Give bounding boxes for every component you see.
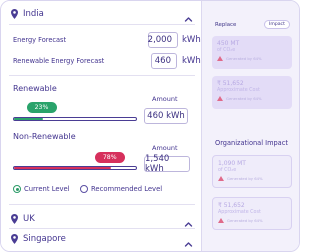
radio-selected[interactable] [13,185,21,193]
location-pin-icon [11,9,18,19]
impact-warning-text: Generated by 64% [226,96,262,101]
impact-value: ₹ 51,652 [217,80,244,87]
non-renewable-amount-input[interactable]: 1,540 kWh [144,154,190,174]
impact-warning-text: Generated by 64% [227,218,263,223]
energy-forecast-label: Energy Forecast [13,36,67,44]
divider [9,204,195,205]
organizational-impact-heading: Organizational Impact [215,139,288,147]
current-level-label: Current Level [24,185,70,193]
recommended-level-label: Recommended Level [91,185,163,193]
impact-warning-text: Generated by 64% [226,56,262,61]
impact-warning: Generated by 64% [218,176,286,181]
region-header-uk[interactable]: UK [11,212,197,227]
non-renewable-title: Non-Renewable [13,132,76,141]
side-panel-title: Replace [215,22,237,28]
renewable-percent-badge: 23% [26,102,57,113]
impact-subtitle: Approximate Cost [217,88,260,93]
non-renewable-slider[interactable] [13,166,137,170]
chevron-up-icon[interactable] [184,234,193,247]
renewable-slider[interactable] [13,117,137,121]
impact-subtitle: of CO₂e [217,48,236,53]
chevron-up-icon[interactable] [184,9,193,22]
impact-value: 1,090 MT [218,160,246,167]
radio-unselected[interactable] [80,185,88,193]
energy-forecast-input[interactable]: 2,000 [148,32,178,48]
energy-card: India Energy Forecast 2,000 kWh Renewabl… [0,0,300,252]
renewable-slider-fill [14,118,43,120]
region-name: UK [23,214,35,224]
renewable-forecast-input[interactable]: 460 [151,53,177,69]
energy-forecast-unit: kWh [182,35,201,45]
location-pin-icon [11,234,18,244]
renewable-title: Renewable [13,84,57,93]
impact-warning: Generated by 64% [217,56,287,61]
divider [9,228,195,229]
region-name: India [23,9,44,19]
impact-card-cost: ₹ 51,652 Approximate Cost Generated by 6… [212,76,292,109]
warning-icon [217,56,223,61]
divider [9,75,195,76]
region-header-singapore[interactable]: Singapore [11,232,197,247]
recommended-level-radio[interactable]: Recommended Level [80,185,162,193]
renewable-forecast-label: Renewable Energy Forecast [13,57,105,65]
energy-form-panel: India Energy Forecast 2,000 kWh Renewabl… [1,1,201,251]
warning-icon [217,96,223,101]
org-impact-card-cost: ₹ 51,652 Approximate Cost Generated by 6… [212,197,292,230]
location-pin-icon [11,214,18,224]
impact-tag[interactable]: Impact [264,20,290,29]
warning-icon [218,176,224,181]
impact-card-co2: 450 MT of CO₂e Generated by 64% [212,36,292,69]
region-header-india[interactable]: India [11,7,197,22]
divider [9,24,195,25]
impact-value: 450 MT [217,40,240,47]
impact-value: ₹ 51,652 [218,202,245,209]
renewable-amount-label: Amount [152,95,178,103]
chevron-up-icon[interactable] [184,214,193,227]
org-impact-card-co2: 1,090 MT of CO₂e Generated by 64% [212,155,292,188]
non-renewable-slider-fill [14,167,111,169]
impact-subtitle: of CO₂e [218,168,237,173]
impact-subtitle: Approximate Cost [218,210,261,215]
current-level-radio[interactable]: Current Level [13,185,70,193]
non-renewable-percent-badge: 78% [94,152,125,163]
impact-warning-text: Generated by 64% [227,176,263,181]
region-name: Singapore [23,234,66,244]
renewable-amount-input[interactable]: 460 kWh [144,108,188,124]
warning-icon [218,218,224,223]
renewable-forecast-unit: kWh [182,56,201,66]
non-renewable-amount-label: Amount [152,144,178,152]
impact-warning: Generated by 64% [218,218,286,223]
impact-warning: Generated by 64% [217,96,287,101]
